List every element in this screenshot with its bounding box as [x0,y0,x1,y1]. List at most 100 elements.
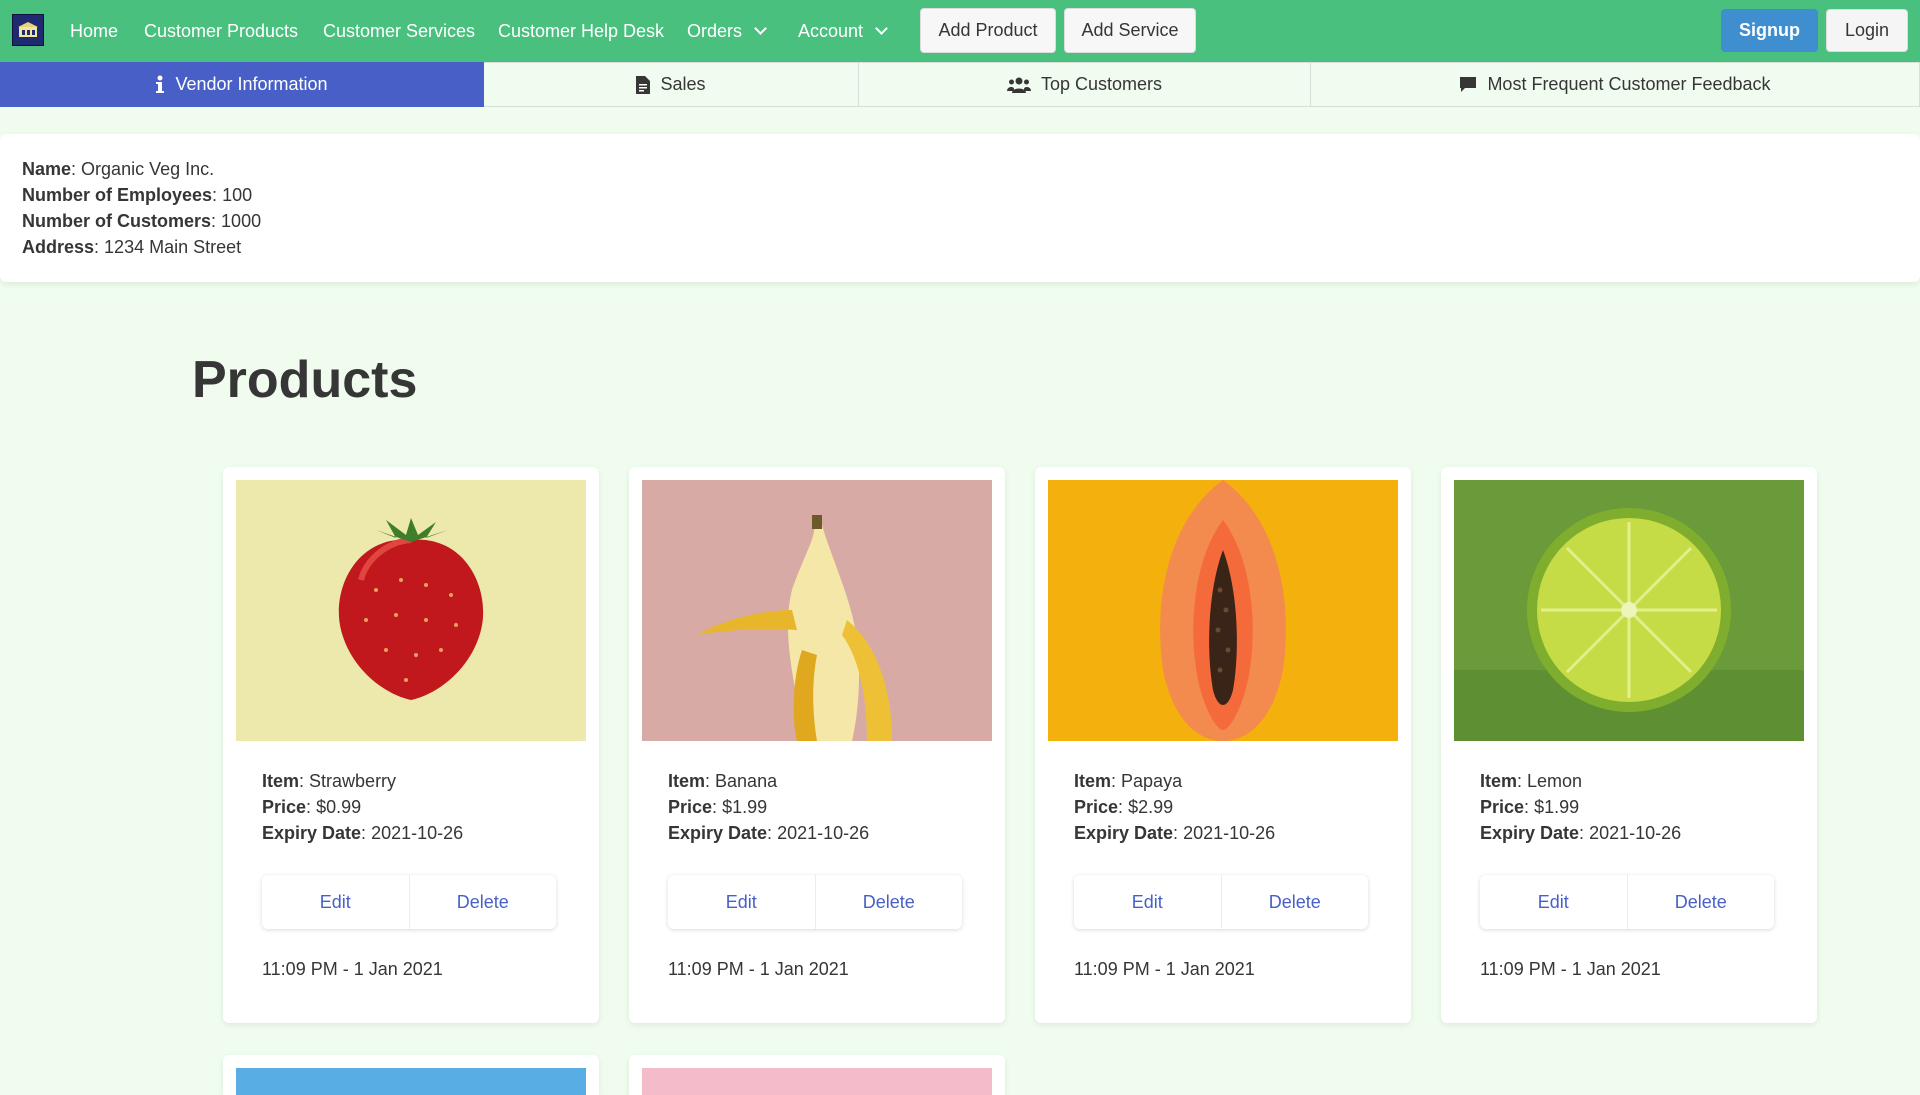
add-service-button[interactable]: Add Service [1064,8,1196,53]
expiry-label: Expiry Date [668,823,768,843]
tab-label: Top Customers [1040,74,1163,94]
expiry-label: Expiry Date [262,823,362,843]
nav-orders-label: Orders [687,21,743,41]
item-name: Lemon [1527,771,1583,791]
products-heading: Products [192,351,418,409]
vendor-customers-label: Number of Customers [22,211,212,231]
price-label: Price [668,797,713,817]
vendor-employees-row: Number of Employees: 100 [22,185,253,205]
product-info: Item: Banana Price: $1.99 Expiry Date: 2… [668,768,869,846]
expiry-row: Expiry Date: 2021-10-26 [1480,823,1682,843]
tab-label: Most Frequent Customer Feedback [1487,74,1771,94]
item-price: $1.99 [722,797,768,817]
vendor-employees: 100 [222,185,253,205]
product-info: Item: Papaya Price: $2.99 Expiry Date: 2… [1074,768,1275,846]
tab-vendor-information[interactable]: Vendor Information [0,62,484,107]
tab-sales[interactable]: Sales [484,62,859,107]
vendor-name-label: Name [22,159,72,179]
vendor-address: 1234 Main Street [104,237,242,257]
vendor-name: Organic Veg Inc. [81,159,215,179]
price-label: Price [262,797,307,817]
blue-image [236,1068,586,1095]
item-label: Item [668,771,706,791]
product-info: Item: Lemon Price: $1.99 Expiry Date: 20… [1480,768,1681,846]
card-actions: Edit Delete [1480,875,1774,929]
item-expiry: 2021-10-26 [1589,823,1682,843]
product-card: Item: Strawberry Price: $0.99 Expiry Dat… [223,467,599,1023]
product-timestamp: 11:09 PM - 1 Jan 2021 [262,959,443,979]
nav-customer-help-desk[interactable]: Customer Help Desk [498,0,664,62]
tab-label: Sales [660,74,706,94]
product-card [223,1055,599,1095]
delete-button[interactable]: Delete [408,875,557,929]
top-navbar: Home Customer Products Customer Services… [0,0,1920,62]
vendor-employees-label: Number of Employees [22,185,213,205]
users-icon [1006,77,1031,93]
item-price: $1.99 [1534,797,1580,817]
nav-customer-products[interactable]: Customer Products [144,0,298,62]
edit-button[interactable]: Edit [668,875,815,929]
item-row: Item: Lemon [1480,771,1583,791]
edit-button[interactable]: Edit [262,875,409,929]
info-icon [156,75,165,93]
product-timestamp: 11:09 PM - 1 Jan 2021 [1480,959,1661,979]
delete-button[interactable]: Delete [1220,875,1369,929]
item-name: Banana [715,771,778,791]
edit-button[interactable]: Edit [1074,875,1221,929]
item-label: Item [262,771,300,791]
signup-button[interactable]: Signup [1721,9,1818,52]
nav-customer-services[interactable]: Customer Services [323,0,475,62]
expiry-row: Expiry Date: 2021-10-26 [262,823,464,843]
price-row: Price: $1.99 [668,797,768,817]
tab-top-customers[interactable]: Top Customers [859,62,1311,107]
card-actions: Edit Delete [1074,875,1368,929]
shop-logo-icon[interactable] [12,14,44,46]
price-row: Price: $1.99 [1480,797,1580,817]
add-product-button[interactable]: Add Product [920,8,1056,53]
strawberry-image [236,480,586,741]
expiry-label: Expiry Date [1480,823,1580,843]
login-button[interactable]: Login [1826,9,1908,52]
item-label: Item [1480,771,1518,791]
delete-button[interactable]: Delete [814,875,963,929]
item-expiry: 2021-10-26 [777,823,870,843]
tab-customer-feedback[interactable]: Most Frequent Customer Feedback [1311,62,1920,107]
product-card: Item: Banana Price: $1.99 Expiry Date: 2… [629,467,1005,1023]
banana-image [642,480,992,741]
vendor-name-row: Name: Organic Veg Inc. [22,159,215,179]
price-label: Price [1074,797,1119,817]
tab-label: Vendor Information [175,74,328,94]
item-row: Item: Papaya [1074,771,1183,791]
chevron-down-icon [754,22,767,35]
product-card: Item: Lemon Price: $1.99 Expiry Date: 20… [1441,467,1817,1023]
vendor-address-label: Address [22,237,95,257]
product-timestamp: 11:09 PM - 1 Jan 2021 [1074,959,1255,979]
product-card: Item: Papaya Price: $2.99 Expiry Date: 2… [1035,467,1411,1023]
expiry-label: Expiry Date [1074,823,1174,843]
pink-image [642,1068,992,1095]
product-info: Item: Strawberry Price: $0.99 Expiry Dat… [262,768,463,846]
item-name: Papaya [1121,771,1183,791]
delete-button[interactable]: Delete [1626,875,1775,929]
price-row: Price: $0.99 [262,797,362,817]
vendor-tabs: Vendor Information Sales Top Customers M… [0,62,1920,107]
vendor-info-panel: Name: Organic Veg Inc. Number of Employe… [0,134,1920,282]
nav-orders-dropdown[interactable]: Orders [687,0,767,62]
file-invoice-icon [636,75,651,94]
product-card [629,1055,1005,1095]
price-label: Price [1480,797,1525,817]
item-expiry: 2021-10-26 [371,823,464,843]
item-name: Strawberry [309,771,397,791]
lime-image [1454,480,1804,741]
item-row: Item: Banana [668,771,778,791]
product-timestamp: 11:09 PM - 1 Jan 2021 [668,959,849,979]
nav-account-dropdown[interactable]: Account [798,0,888,62]
item-label: Item [1074,771,1112,791]
expiry-row: Expiry Date: 2021-10-26 [1074,823,1276,843]
item-row: Item: Strawberry [262,771,397,791]
vendor-customers-row: Number of Customers: 1000 [22,211,262,231]
nav-home[interactable]: Home [70,0,118,62]
chevron-down-icon [875,22,888,35]
edit-button[interactable]: Edit [1480,875,1627,929]
papaya-image [1048,480,1398,741]
